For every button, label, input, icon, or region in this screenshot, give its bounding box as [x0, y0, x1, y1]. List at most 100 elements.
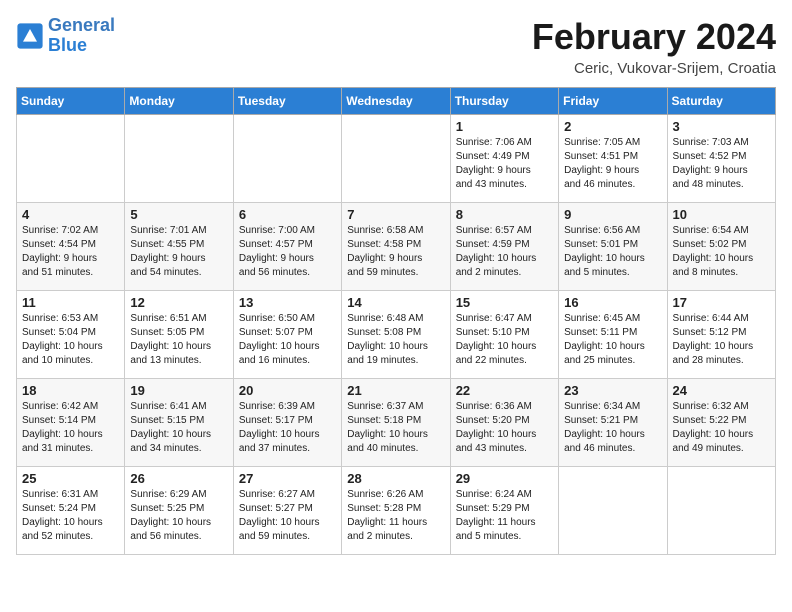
- day-info: Sunrise: 6:56 AMSunset: 5:01 PMDaylight:…: [564, 224, 661, 280]
- calendar-cell: 18 Sunrise: 6:42 AMSunset: 5:14 PMDayligh…: [17, 379, 125, 467]
- calendar-cell: [667, 467, 775, 555]
- weekday-header-saturday: Saturday: [667, 88, 775, 115]
- day-info: Sunrise: 6:39 AMSunset: 5:17 PMDaylight:…: [239, 400, 336, 456]
- calendar-cell: 29 Sunrise: 6:24 AMSunset: 5:29 PMDayligh…: [450, 467, 558, 555]
- day-number: 29: [456, 471, 553, 486]
- day-info: Sunrise: 6:53 AMSunset: 5:04 PMDaylight:…: [22, 312, 119, 368]
- calendar-cell: 5Sunrise: 7:01 AMSunset: 4:55 PMDaylight…: [125, 203, 233, 291]
- weekday-header-wednesday: Wednesday: [342, 88, 450, 115]
- calendar-cell: 20 Sunrise: 6:39 AMSunset: 5:17 PMDayligh…: [233, 379, 341, 467]
- day-info: Sunrise: 6:57 AMSunset: 4:59 PMDaylight:…: [456, 224, 553, 280]
- calendar-cell: 1Sunrise: 7:06 AMSunset: 4:49 PMDaylight…: [450, 115, 558, 203]
- day-info: Sunrise: 6:41 AMSunset: 5:15 PMDaylight:…: [130, 400, 227, 456]
- day-number: 21: [347, 383, 444, 398]
- calendar-cell: [342, 115, 450, 203]
- day-number: 10: [673, 207, 770, 222]
- week-row-3: 11 Sunrise: 6:53 AMSunset: 5:04 PMDayligh…: [17, 291, 776, 379]
- logo-icon: [16, 22, 44, 50]
- calendar-cell: [125, 115, 233, 203]
- calendar-table: SundayMondayTuesdayWednesdayThursdayFrid…: [16, 87, 776, 555]
- calendar-cell: 28 Sunrise: 6:26 AMSunset: 5:28 PMDayligh…: [342, 467, 450, 555]
- calendar-cell: 8 Sunrise: 6:57 AMSunset: 4:59 PMDaylight…: [450, 203, 558, 291]
- day-number: 23: [564, 383, 661, 398]
- day-info: Sunrise: 7:01 AMSunset: 4:55 PMDaylight:…: [130, 224, 227, 280]
- weekday-header-thursday: Thursday: [450, 88, 558, 115]
- weekday-header-row: SundayMondayTuesdayWednesdayThursdayFrid…: [17, 88, 776, 115]
- logo-text: General Blue: [48, 16, 115, 56]
- day-info: Sunrise: 6:48 AMSunset: 5:08 PMDaylight:…: [347, 312, 444, 368]
- week-row-1: 1Sunrise: 7:06 AMSunset: 4:49 PMDaylight…: [17, 115, 776, 203]
- day-number: 13: [239, 295, 336, 310]
- day-info: Sunrise: 6:44 AMSunset: 5:12 PMDaylight:…: [673, 312, 770, 368]
- day-info: Sunrise: 6:51 AMSunset: 5:05 PMDaylight:…: [130, 312, 227, 368]
- day-info: Sunrise: 6:32 AMSunset: 5:22 PMDaylight:…: [673, 400, 770, 456]
- calendar-cell: [17, 115, 125, 203]
- calendar-cell: 17 Sunrise: 6:44 AMSunset: 5:12 PMDayligh…: [667, 291, 775, 379]
- day-number: 4: [22, 207, 119, 222]
- day-info: Sunrise: 6:50 AMSunset: 5:07 PMDaylight:…: [239, 312, 336, 368]
- calendar-cell: 14 Sunrise: 6:48 AMSunset: 5:08 PMDayligh…: [342, 291, 450, 379]
- calendar-cell: 4 Sunrise: 7:02 AMSunset: 4:54 PMDaylight…: [17, 203, 125, 291]
- weekday-header-sunday: Sunday: [17, 88, 125, 115]
- day-number: 20: [239, 383, 336, 398]
- weekday-header-tuesday: Tuesday: [233, 88, 341, 115]
- calendar-cell: 26 Sunrise: 6:29 AMSunset: 5:25 PMDayligh…: [125, 467, 233, 555]
- day-info: Sunrise: 6:37 AMSunset: 5:18 PMDaylight:…: [347, 400, 444, 456]
- title-area: February 2024 Ceric, Vukovar-Srijem, Cro…: [532, 16, 776, 77]
- calendar-cell: 27 Sunrise: 6:27 AMSunset: 5:27 PMDayligh…: [233, 467, 341, 555]
- day-number: 14: [347, 295, 444, 310]
- day-info: Sunrise: 7:05 AMSunset: 4:51 PMDaylight:…: [564, 136, 661, 192]
- day-number: 17: [673, 295, 770, 310]
- day-number: 28: [347, 471, 444, 486]
- day-number: 8: [456, 207, 553, 222]
- page-header: General Blue February 2024 Ceric, Vukova…: [16, 16, 776, 77]
- day-number: 2: [564, 119, 661, 134]
- calendar-cell: 21 Sunrise: 6:37 AMSunset: 5:18 PMDayligh…: [342, 379, 450, 467]
- logo: General Blue: [16, 16, 115, 56]
- calendar-cell: 16Sunrise: 6:45 AMSunset: 5:11 PMDayligh…: [559, 291, 667, 379]
- day-number: 1: [456, 119, 553, 134]
- day-number: 3: [673, 119, 770, 134]
- day-info: Sunrise: 6:24 AMSunset: 5:29 PMDaylight:…: [456, 488, 553, 544]
- location-title: Ceric, Vukovar-Srijem, Croatia: [532, 60, 776, 77]
- day-number: 24: [673, 383, 770, 398]
- day-number: 9: [564, 207, 661, 222]
- calendar-cell: 2 Sunrise: 7:05 AMSunset: 4:51 PMDaylight…: [559, 115, 667, 203]
- calendar-cell: [233, 115, 341, 203]
- day-info: Sunrise: 6:58 AMSunset: 4:58 PMDaylight:…: [347, 224, 444, 280]
- day-number: 18: [22, 383, 119, 398]
- day-info: Sunrise: 6:26 AMSunset: 5:28 PMDaylight:…: [347, 488, 444, 544]
- day-info: Sunrise: 6:45 AMSunset: 5:11 PMDaylight:…: [564, 312, 661, 368]
- calendar-cell: 12 Sunrise: 6:51 AMSunset: 5:05 PMDayligh…: [125, 291, 233, 379]
- day-number: 25: [22, 471, 119, 486]
- week-row-4: 18 Sunrise: 6:42 AMSunset: 5:14 PMDayligh…: [17, 379, 776, 467]
- day-number: 22: [456, 383, 553, 398]
- calendar-body: 1Sunrise: 7:06 AMSunset: 4:49 PMDaylight…: [17, 115, 776, 555]
- day-info: Sunrise: 6:47 AMSunset: 5:10 PMDaylight:…: [456, 312, 553, 368]
- day-info: Sunrise: 6:27 AMSunset: 5:27 PMDaylight:…: [239, 488, 336, 544]
- day-number: 26: [130, 471, 227, 486]
- month-title: February 2024: [532, 16, 776, 58]
- day-info: Sunrise: 6:42 AMSunset: 5:14 PMDaylight:…: [22, 400, 119, 456]
- day-info: Sunrise: 6:36 AMSunset: 5:20 PMDaylight:…: [456, 400, 553, 456]
- day-number: 6: [239, 207, 336, 222]
- calendar-cell: 25Sunrise: 6:31 AMSunset: 5:24 PMDayligh…: [17, 467, 125, 555]
- day-info: Sunrise: 6:29 AMSunset: 5:25 PMDaylight:…: [130, 488, 227, 544]
- calendar-cell: [559, 467, 667, 555]
- day-info: Sunrise: 6:34 AMSunset: 5:21 PMDaylight:…: [564, 400, 661, 456]
- day-number: 15: [456, 295, 553, 310]
- calendar-cell: 22 Sunrise: 6:36 AMSunset: 5:20 PMDayligh…: [450, 379, 558, 467]
- week-row-5: 25Sunrise: 6:31 AMSunset: 5:24 PMDayligh…: [17, 467, 776, 555]
- logo-line1: General: [48, 15, 115, 35]
- day-number: 27: [239, 471, 336, 486]
- calendar-cell: 10 Sunrise: 6:54 AMSunset: 5:02 PMDayligh…: [667, 203, 775, 291]
- calendar-cell: 13 Sunrise: 6:50 AMSunset: 5:07 PMDayligh…: [233, 291, 341, 379]
- week-row-2: 4 Sunrise: 7:02 AMSunset: 4:54 PMDaylight…: [17, 203, 776, 291]
- day-number: 11: [22, 295, 119, 310]
- calendar-cell: 11 Sunrise: 6:53 AMSunset: 5:04 PMDayligh…: [17, 291, 125, 379]
- day-number: 12: [130, 295, 227, 310]
- day-info: Sunrise: 7:02 AMSunset: 4:54 PMDaylight:…: [22, 224, 119, 280]
- calendar-cell: 15 Sunrise: 6:47 AMSunset: 5:10 PMDayligh…: [450, 291, 558, 379]
- weekday-header-monday: Monday: [125, 88, 233, 115]
- day-info: Sunrise: 6:54 AMSunset: 5:02 PMDaylight:…: [673, 224, 770, 280]
